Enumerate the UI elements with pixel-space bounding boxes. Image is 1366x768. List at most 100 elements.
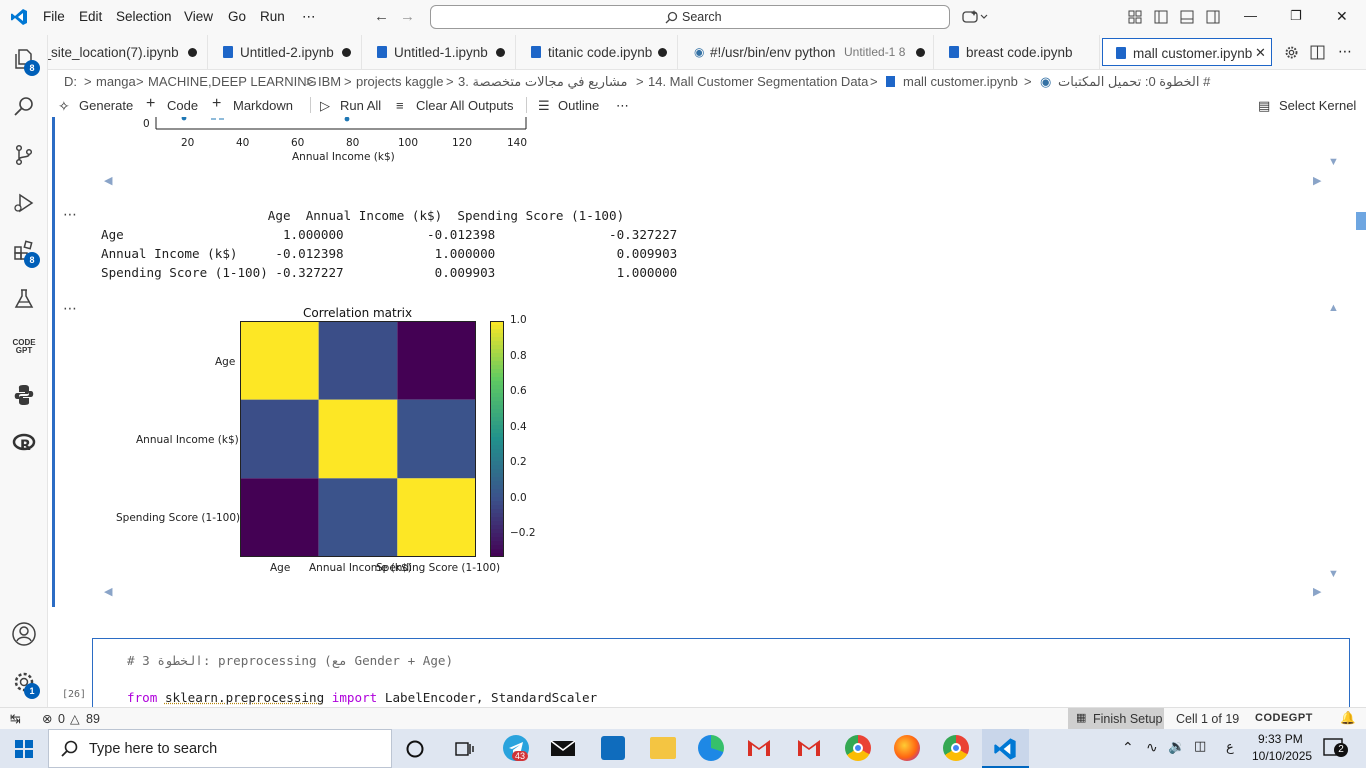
menu-edit[interactable]: Edit: [79, 9, 102, 24]
tab-untitled-2[interactable]: Untitled-2.ipynb: [208, 35, 362, 70]
crumb-ibm[interactable]: IBM: [318, 74, 341, 89]
split-editor-icon[interactable]: [1310, 45, 1325, 60]
error-count[interactable]: 0: [58, 712, 65, 726]
unsaved-dot-icon[interactable]: [342, 48, 351, 57]
crumb-projects-kaggle[interactable]: projects kaggle: [356, 74, 443, 89]
minimize-button[interactable]: —: [1244, 8, 1257, 23]
notifications-bell-icon[interactable]: 🔔: [1340, 711, 1356, 726]
testing-flask-icon[interactable]: [10, 285, 38, 313]
menu-run[interactable]: Run: [260, 9, 285, 24]
r-language-icon[interactable]: R: [10, 429, 38, 457]
search-sidebar-icon[interactable]: [10, 93, 38, 121]
layout-panels-icon[interactable]: [1128, 10, 1142, 24]
crumb-manga[interactable]: manga: [96, 74, 136, 89]
vscode-taskbar-icon: [994, 738, 1016, 760]
menu-more[interactable]: ⋯: [302, 9, 316, 25]
add-markdown-button[interactable]: Markdown: [233, 98, 293, 113]
scroll-right-arrow-icon[interactable]: ▶: [1313, 585, 1321, 598]
toggle-panel-icon[interactable]: [1180, 10, 1194, 24]
tab-untitled-1[interactable]: Untitled-1.ipynb: [362, 35, 516, 70]
tab-titanic-code[interactable]: titanic code.ipynb: [516, 35, 678, 70]
scroll-left-arrow-icon[interactable]: ◀: [104, 174, 112, 187]
menu-file[interactable]: File: [43, 9, 65, 24]
account-icon[interactable]: [10, 620, 38, 648]
outline-button[interactable]: Outline: [558, 98, 599, 113]
select-kernel-button[interactable]: Select Kernel: [1279, 98, 1356, 113]
crumb-drive[interactable]: D:: [64, 74, 77, 89]
toggle-secondary-sidebar-icon[interactable]: [1206, 10, 1220, 24]
menu-go[interactable]: Go: [228, 9, 246, 24]
back-arrow-icon[interactable]: ←: [374, 8, 389, 25]
volume-icon[interactable]: 🔉: [1168, 738, 1185, 755]
taskbar-search-box[interactable]: Type here to search: [48, 729, 392, 768]
crumb-machine-learning[interactable]: MACHINE,DEEP LEARNING: [148, 74, 317, 89]
close-tab-icon[interactable]: ✕: [1255, 45, 1266, 61]
firefox-icon[interactable]: [894, 735, 920, 761]
file-explorer-icon[interactable]: [650, 737, 676, 759]
warning-count[interactable]: 89: [86, 712, 100, 726]
scroll-down-arrow-icon[interactable]: ▼: [1328, 156, 1339, 168]
chrome-icon[interactable]: [845, 735, 871, 761]
restore-button[interactable]: ❐: [1290, 8, 1302, 24]
crumb-cell-heading[interactable]: الخطوة 0: تحميل المكتبات #: [1058, 74, 1210, 90]
scroll-left-arrow-icon[interactable]: ◀: [104, 585, 112, 598]
clear-outputs-button[interactable]: Clear All Outputs: [416, 98, 514, 113]
menu-view[interactable]: View: [184, 9, 213, 24]
crumb-mall-segmentation[interactable]: 14. Mall Customer Segmentation Data: [648, 74, 868, 89]
edge-browser-icon[interactable]: [698, 735, 724, 761]
menu-selection[interactable]: Selection: [116, 9, 172, 24]
close-button[interactable]: ✕: [1336, 8, 1348, 25]
chrome-profile-icon[interactable]: [943, 735, 969, 761]
windows-start-icon[interactable]: [15, 740, 33, 758]
notebook-settings-gear-icon[interactable]: [1284, 45, 1299, 60]
forward-arrow-icon[interactable]: →: [400, 8, 415, 25]
vscode-taskbar-button[interactable]: [982, 729, 1029, 768]
tab-env-python[interactable]: ◉ #!/usr/bin/env python Untitled-1 8: [678, 35, 934, 70]
copilot-icon[interactable]: [962, 9, 988, 25]
crumb-specialized-projects[interactable]: 3. مشاريع في مجالات متخصصة: [458, 74, 627, 90]
gmail-icon[interactable]: [796, 738, 822, 758]
tab-mall-customer[interactable]: mall customer.ipynb ✕: [1102, 38, 1272, 66]
gmail-icon[interactable]: [746, 738, 772, 758]
codegpt-status[interactable]: CODEGPT: [1255, 712, 1313, 724]
crumb-notebook[interactable]: mall customer.ipynb: [903, 74, 1018, 89]
toolbar-more-button[interactable]: ⋯: [616, 98, 629, 114]
input-language[interactable]: ع: [1226, 739, 1234, 755]
more-actions-icon[interactable]: ⋯: [1338, 43, 1352, 60]
unsaved-dot-icon[interactable]: [496, 48, 505, 57]
clock-time[interactable]: 9:33 PM: [1258, 732, 1303, 746]
unsaved-dot-icon[interactable]: [188, 48, 197, 57]
scroll-right-arrow-icon[interactable]: ▶: [1313, 174, 1321, 187]
toggle-sidebar-icon[interactable]: [1154, 10, 1168, 24]
vertical-scrollbar-thumb[interactable]: [1356, 212, 1366, 230]
unsaved-dot-icon[interactable]: [658, 48, 667, 57]
output-more-button[interactable]: ⋯: [63, 300, 77, 317]
source-control-icon[interactable]: [10, 141, 38, 169]
scroll-down-arrow-icon[interactable]: ▼: [1328, 568, 1339, 580]
run-all-button[interactable]: Run All: [340, 98, 381, 113]
code-comment-line[interactable]: # الخطوة 3: preprocessing (مع Gender + A…: [127, 653, 453, 668]
outlook-icon[interactable]: [601, 736, 625, 760]
add-code-button[interactable]: Code: [167, 98, 198, 113]
mail-icon[interactable]: [550, 738, 576, 758]
tab-breast-code[interactable]: breast code.ipynb: [934, 35, 1100, 70]
output-more-button[interactable]: ⋯: [63, 206, 77, 223]
unsaved-dot-icon[interactable]: [916, 48, 925, 57]
wifi-icon[interactable]: ∿: [1146, 739, 1158, 756]
battery-icon[interactable]: ◫: [1194, 738, 1206, 754]
tab-site-location[interactable]: n_site_location(7).ipynb: [48, 35, 208, 70]
task-view-icon[interactable]: [454, 739, 474, 759]
show-hidden-icons-chevron-icon[interactable]: ⌃: [1122, 739, 1134, 756]
code-import-line[interactable]: from sklearn.preprocessing import LabelE…: [127, 690, 597, 705]
generate-button[interactable]: Generate: [79, 98, 133, 113]
scroll-up-arrow-icon[interactable]: ▲: [1328, 302, 1339, 314]
codegpt-icon[interactable]: CODE GPT: [10, 333, 38, 361]
run-debug-icon[interactable]: [10, 189, 38, 217]
python-icon[interactable]: [10, 381, 38, 409]
remote-indicator-icon[interactable]: ↹: [10, 711, 21, 727]
code-cell[interactable]: # الخطوة 3: preprocessing (مع Gender + A…: [92, 638, 1350, 718]
finish-setup-button[interactable]: ▦ Finish Setup: [1068, 708, 1164, 729]
cortana-icon[interactable]: [405, 739, 425, 759]
clock-date[interactable]: 10/10/2025: [1252, 749, 1312, 763]
cell-position[interactable]: Cell 1 of 19: [1176, 712, 1239, 726]
